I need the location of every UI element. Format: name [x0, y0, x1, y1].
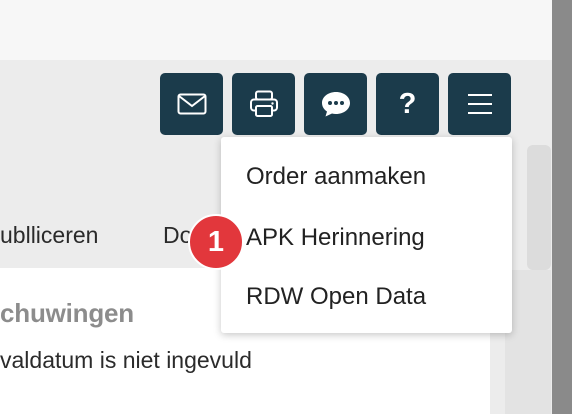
- step-badge: 1: [188, 214, 244, 270]
- email-button[interactable]: [160, 73, 223, 135]
- help-icon: ?: [398, 87, 417, 120]
- help-button[interactable]: ?: [376, 73, 439, 135]
- menu-button[interactable]: [448, 73, 511, 135]
- chat-button[interactable]: [304, 73, 367, 135]
- menu-item-rdw-open-data[interactable]: RDW Open Data: [246, 283, 426, 311]
- printer-icon: [249, 90, 278, 117]
- panel-title: chuwingen: [0, 298, 134, 328]
- envelope-icon: [177, 93, 206, 115]
- window-scrollbar[interactable]: [552, 0, 572, 414]
- more-menu-dropdown: Order aanmaken APK Herinnering RDW Open …: [221, 137, 512, 333]
- print-button[interactable]: [232, 73, 295, 135]
- top-bar: [0, 0, 552, 60]
- menu-item-apk-herinnering[interactable]: APK Herinnering: [246, 224, 425, 252]
- tab-publiceren[interactable]: ublliceren: [0, 222, 98, 249]
- hamburger-menu-icon: [467, 94, 492, 114]
- warning-text: valdatum is niet ingevuld: [0, 347, 252, 373]
- inner-scrollbar[interactable]: [527, 145, 551, 270]
- menu-item-order-aanmaken[interactable]: Order aanmaken: [246, 163, 426, 191]
- chat-bubble-icon: [321, 92, 350, 117]
